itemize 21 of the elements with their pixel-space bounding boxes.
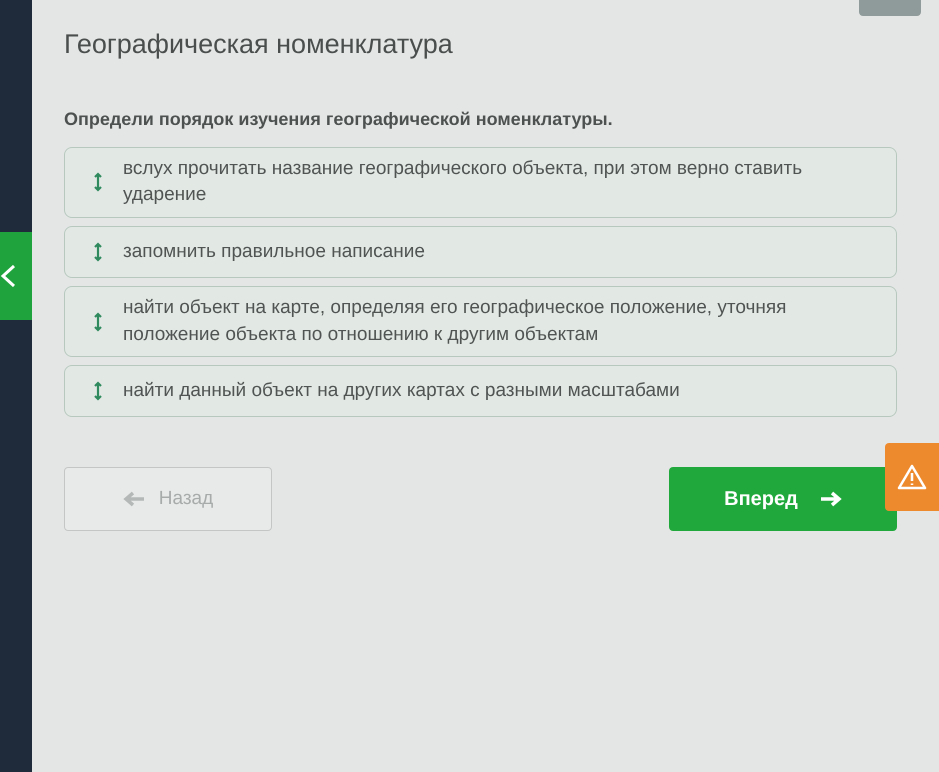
report-problem-button[interactable] [885, 443, 939, 511]
question-text: Определи порядок изучения географической номенклатуры. [64, 108, 614, 131]
answer-option[interactable]: вслух прочитать название географического объекта, при этом верно ставить ударение [64, 146, 897, 218]
drag-handle-icon[interactable] [93, 381, 103, 402]
answer-option[interactable]: найти данный объект на других картах с разными масштабами [64, 365, 897, 418]
page-title: Географическая номенклатура [64, 28, 454, 61]
arrow-right-icon [820, 491, 842, 508]
arrow-left-icon [122, 491, 145, 508]
option-text: найти данный объект на других картах с разными масштабами [123, 378, 680, 403]
answer-option[interactable]: найти объект на карте, определяя его географическое положение, уточняя положение объекта по отношению к другим объектам [64, 286, 897, 358]
answer-option[interactable]: запомнить правильное написание [64, 226, 897, 278]
next-button[interactable]: Вперед [669, 467, 897, 532]
sidebar-toggle-tab[interactable] [0, 232, 32, 320]
warning-icon [897, 464, 927, 490]
option-text: найти объект на карте, определяя его географическое положение, уточняя положение объекта по отношению к другим объектам [123, 296, 788, 347]
drag-handle-icon[interactable] [93, 242, 103, 262]
drag-handle-icon[interactable] [93, 312, 103, 332]
option-text: запомнить правильное написание [123, 240, 425, 264]
chevron-left-icon [0, 263, 18, 289]
drag-handle-icon[interactable] [93, 172, 103, 192]
option-text: вслух прочитать название географического объекта, при этом верно ставить ударение [123, 156, 804, 208]
